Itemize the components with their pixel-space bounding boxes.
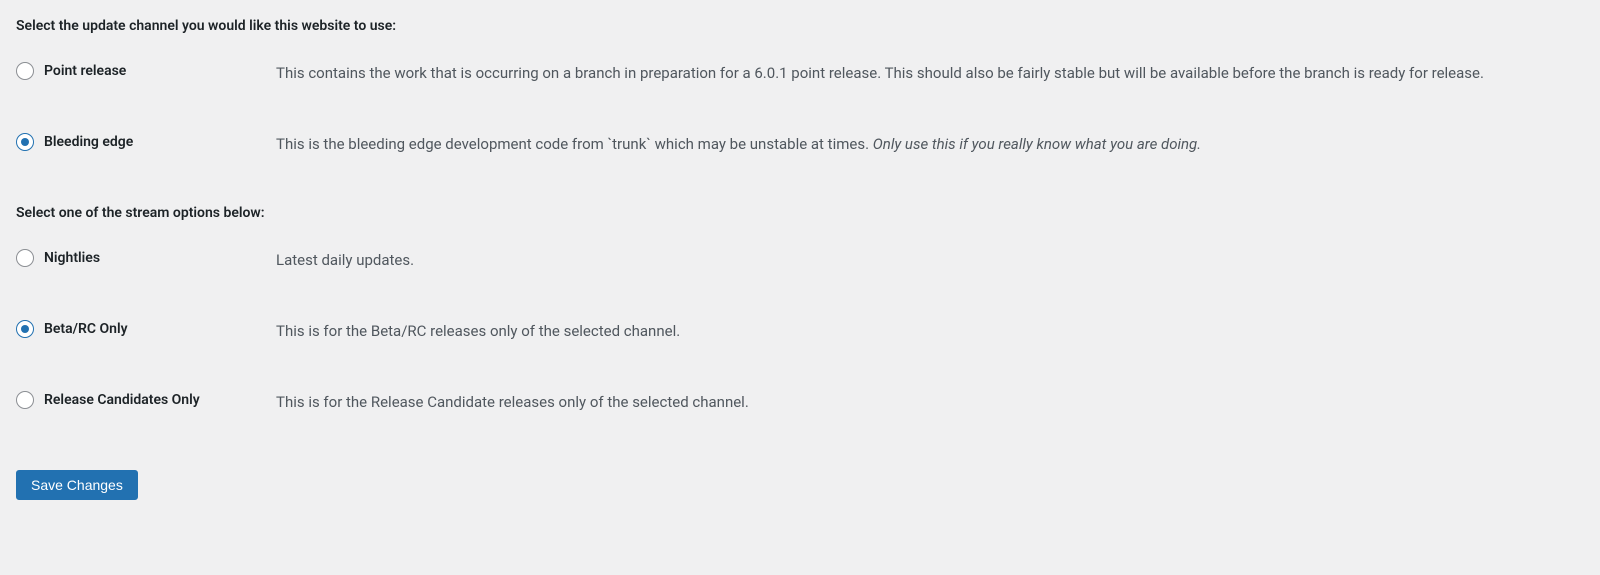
label-bleeding-edge[interactable]: Bleeding edge	[44, 134, 133, 150]
desc-rc-only: This is for the Release Candidate releas…	[276, 391, 1584, 414]
label-rc-only[interactable]: Release Candidates Only	[44, 392, 200, 408]
radio-bleeding-edge[interactable]	[16, 133, 34, 151]
option-point-release-row: Point release This contains the work tha…	[16, 62, 1584, 85]
desc-bleeding-edge-prefix: This is the bleeding edge development co…	[276, 135, 873, 153]
save-button[interactable]: Save Changes	[16, 470, 138, 500]
stream-heading: Select one of the stream options below:	[16, 205, 1584, 221]
radio-beta-rc[interactable]	[16, 320, 34, 338]
radio-point-release[interactable]	[16, 62, 34, 80]
label-nightlies[interactable]: Nightlies	[44, 250, 100, 266]
option-beta-rc-row: Beta/RC Only This is for the Beta/RC rel…	[16, 320, 1584, 343]
option-rc-only-row: Release Candidates Only This is for the …	[16, 391, 1584, 414]
desc-nightlies: Latest daily updates.	[276, 249, 1584, 272]
desc-bleeding-edge-italic: Only use this if you really know what yo…	[873, 135, 1201, 153]
channel-heading: Select the update channel you would like…	[16, 18, 1584, 34]
option-bleeding-edge-row: Bleeding edge This is the bleeding edge …	[16, 133, 1584, 156]
radio-rc-only[interactable]	[16, 391, 34, 409]
desc-point-release: This contains the work that is occurring…	[276, 62, 1584, 85]
radio-nightlies[interactable]	[16, 249, 34, 267]
label-point-release[interactable]: Point release	[44, 63, 126, 79]
desc-beta-rc: This is for the Beta/RC releases only of…	[276, 320, 1584, 343]
label-beta-rc[interactable]: Beta/RC Only	[44, 321, 128, 337]
desc-bleeding-edge: This is the bleeding edge development co…	[276, 133, 1584, 156]
option-nightlies-row: Nightlies Latest daily updates.	[16, 249, 1584, 272]
